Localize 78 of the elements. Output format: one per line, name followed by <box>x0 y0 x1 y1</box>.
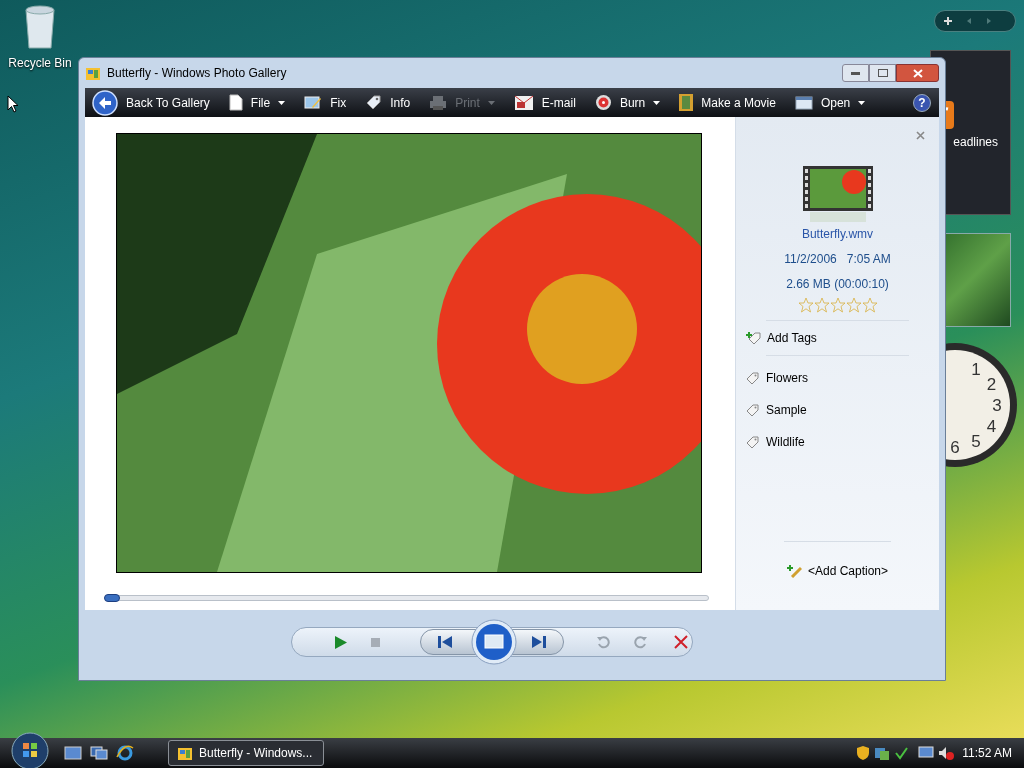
pencil-plus-icon <box>786 564 802 578</box>
date-taken[interactable]: 11/2/2006 7:05 AM <box>784 250 891 268</box>
star-rating[interactable] <box>797 297 878 313</box>
toolbar-button[interactable]: File <box>228 93 286 112</box>
clock-numeral: 3 <box>992 396 1002 415</box>
rating-star-icon[interactable] <box>845 297 862 313</box>
close-icon <box>912 68 923 78</box>
plus-icon[interactable] <box>943 16 953 26</box>
tag-item[interactable]: Sample <box>746 401 929 419</box>
computer-icon[interactable] <box>918 745 935 761</box>
start-orb-icon[interactable] <box>10 731 50 768</box>
clock-numeral: 1 <box>971 359 981 379</box>
app-icon <box>85 65 101 81</box>
tag-item[interactable]: Wildlife <box>746 433 929 451</box>
check-icon[interactable] <box>894 745 909 761</box>
switch-windows-icon[interactable] <box>90 746 108 760</box>
toolbar-button[interactable]: Fix <box>304 93 347 112</box>
tag-icon <box>746 435 760 449</box>
shield-icon[interactable] <box>856 745 871 761</box>
file-name-link[interactable]: Butterfly.wmv <box>801 225 874 243</box>
maximize-button[interactable] <box>869 64 896 82</box>
disc-icon <box>594 94 612 111</box>
minimize-icon <box>851 71 860 75</box>
toolbar-button[interactable]: Burn <box>594 93 661 112</box>
close-icon[interactable] <box>916 131 925 140</box>
tag-icon <box>746 371 760 385</box>
app-icon <box>177 745 193 761</box>
clock-numeral: 2 <box>986 375 997 394</box>
recycle-bin-icon[interactable] <box>22 2 58 50</box>
tag-item[interactable]: Flowers <box>746 369 929 387</box>
network-icon[interactable] <box>874 745 891 761</box>
maximize-icon <box>877 69 888 77</box>
rating-star-icon[interactable] <box>861 297 878 313</box>
caret-icon <box>858 100 866 105</box>
delete-icon[interactable] <box>674 635 688 649</box>
minimize-button[interactable] <box>842 64 869 82</box>
film-strip-icon <box>679 94 694 111</box>
clock-numeral: 5 <box>971 432 981 452</box>
taskbar-button[interactable]: Butterfly - Windows... <box>168 740 324 766</box>
add-tags-button[interactable]: Add Tags <box>746 329 929 347</box>
window-title: Butterfly - Windows Photo Gallery <box>107 65 287 82</box>
tag-plus-icon <box>746 331 761 345</box>
caret-icon <box>653 100 661 105</box>
video-thumbnail-icon <box>801 166 874 224</box>
slideshow-button-icon[interactable] <box>471 619 517 665</box>
previous-icon[interactable] <box>438 636 452 648</box>
document-icon <box>228 94 243 111</box>
add-caption-button[interactable]: <Add Caption> <box>786 562 889 580</box>
rating-star-icon[interactable] <box>813 297 830 313</box>
window-icon <box>794 95 813 110</box>
toolbar-button[interactable]: Open <box>794 93 866 112</box>
browser-icon[interactable] <box>116 744 134 762</box>
toolbar-button[interactable]: Info <box>365 93 411 112</box>
next-icon[interactable] <box>532 636 546 648</box>
rating-star-icon[interactable] <box>797 297 814 313</box>
help-button[interactable]: ? <box>913 93 931 112</box>
printer-icon <box>429 94 448 111</box>
tag-icon <box>746 403 760 417</box>
desktop-icon-label[interactable]: Recycle Bin <box>8 54 72 72</box>
pencil-picture-icon <box>304 94 323 111</box>
file-size: 2.66 MB (00:00:10) <box>786 276 889 293</box>
toolbar-button[interactable]: E-mail <box>513 93 576 112</box>
caret-icon <box>278 100 286 105</box>
gadget-title: eadlines <box>953 134 998 151</box>
close-button[interactable] <box>896 64 939 82</box>
seek-slider-thumb[interactable] <box>104 594 121 602</box>
toolbar-button[interactable]: Back To Gallery <box>92 89 210 116</box>
mouse-pointer-icon <box>7 95 19 113</box>
caret-icon <box>487 100 495 105</box>
clock-numeral: 6 <box>950 438 960 457</box>
envelope-picture-icon <box>513 94 534 111</box>
toolbar-button[interactable]: Make a Movie <box>679 93 776 112</box>
speaker-muted-icon[interactable] <box>938 745 955 761</box>
tag-icon <box>365 94 383 111</box>
clock-numeral: 4 <box>986 417 997 436</box>
rating-star-icon[interactable] <box>829 297 846 313</box>
taskbar-clock[interactable]: 11:52 AM <box>962 744 1012 762</box>
play-icon[interactable] <box>335 635 347 649</box>
